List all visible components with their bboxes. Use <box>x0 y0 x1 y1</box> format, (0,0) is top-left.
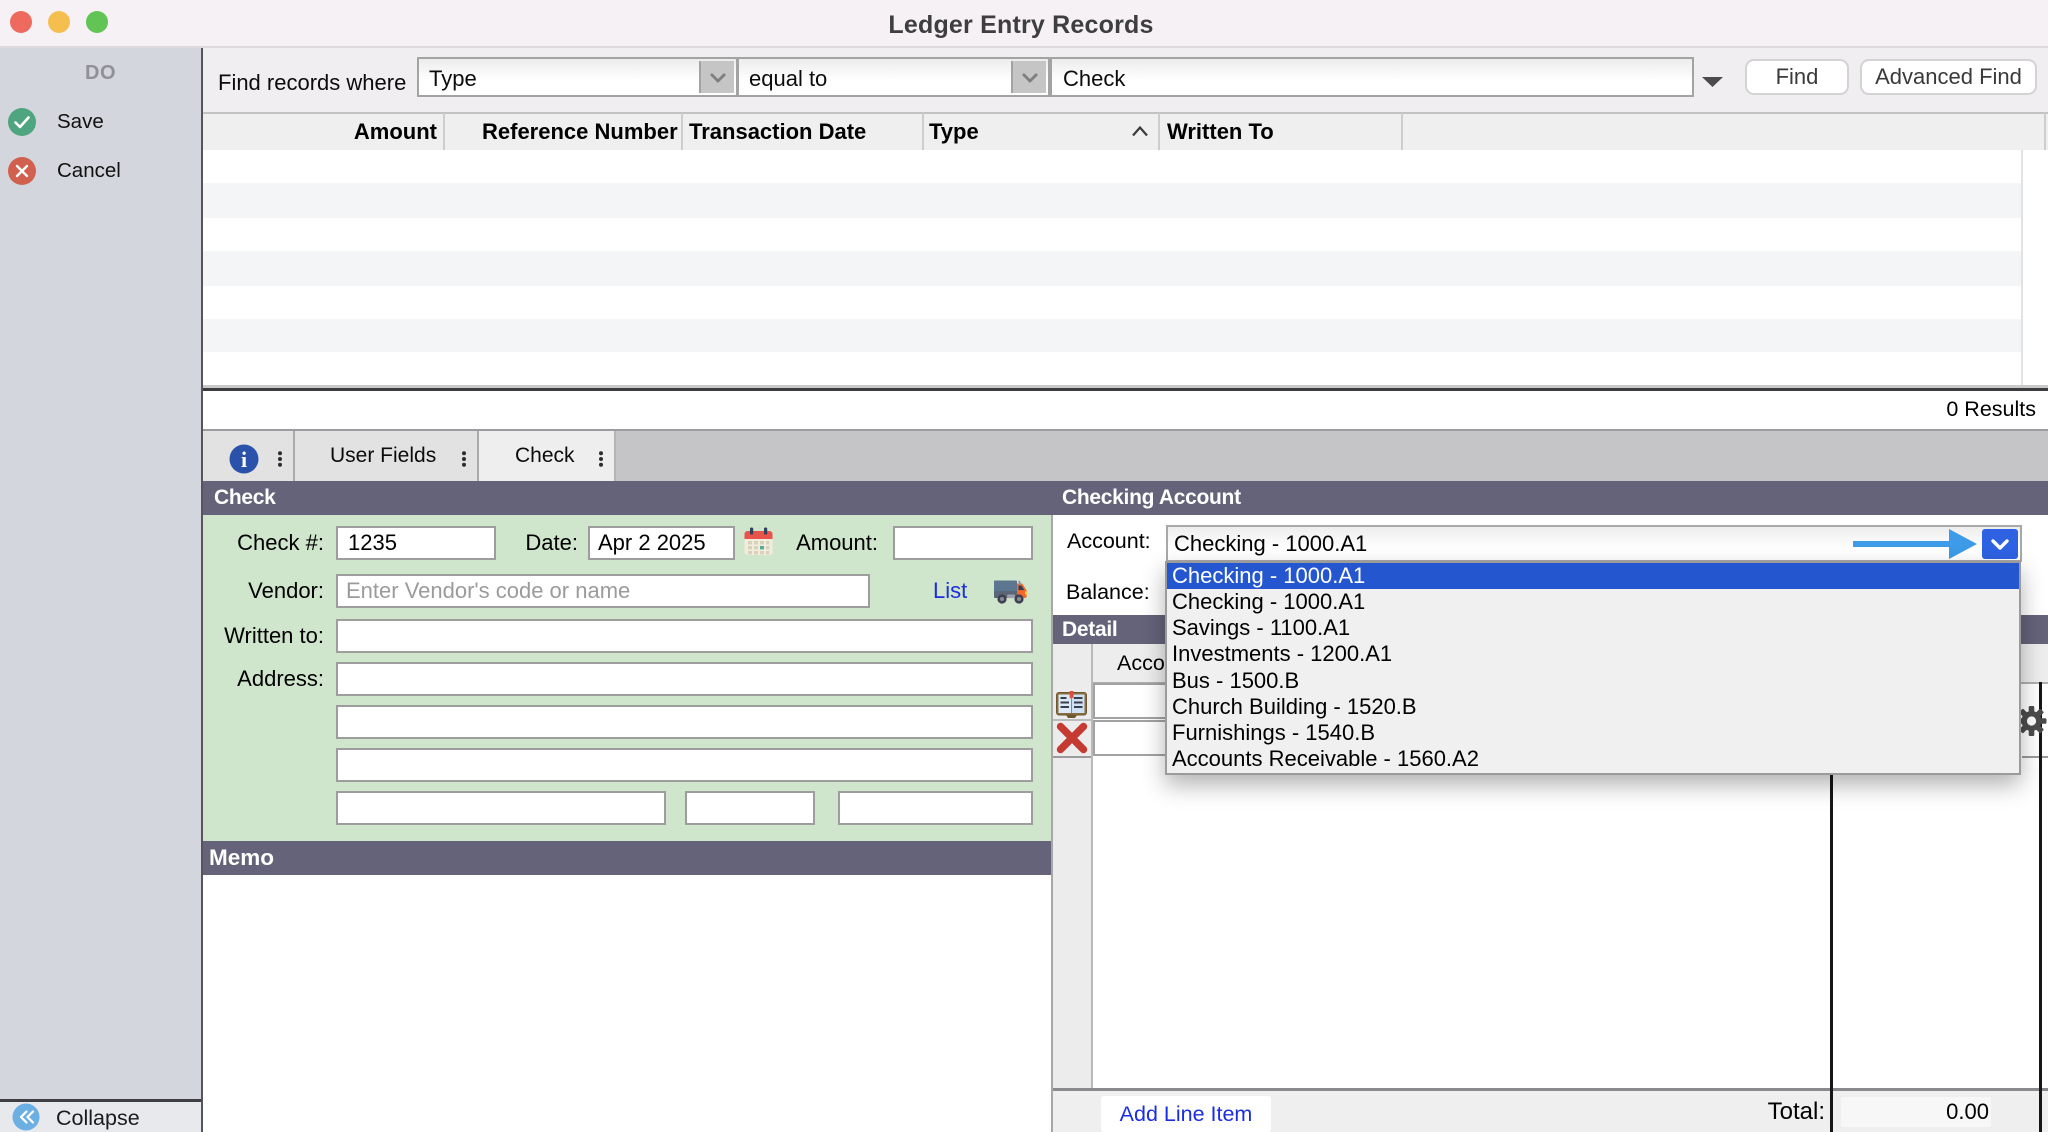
svg-text:i: i <box>241 447 247 472</box>
